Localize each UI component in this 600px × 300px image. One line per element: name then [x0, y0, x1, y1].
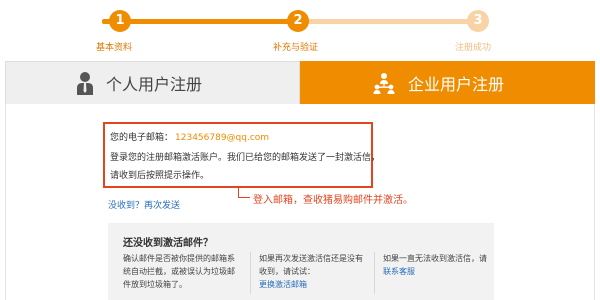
step-1-circle: 1 — [109, 10, 131, 32]
resend-email-link[interactable]: 没收到？再次发送 — [108, 198, 180, 211]
activation-instruction-line-1: 登录您的注册邮箱激活账户。我们已给您的邮箱发送了一封激活信， — [110, 153, 381, 163]
progress-line-completed — [102, 19, 298, 24]
step-3-label: 注册成功 — [455, 43, 492, 53]
tab-personal-registration[interactable]: 个人用户注册 — [5, 61, 300, 104]
email-label: 您的电子邮箱： — [110, 133, 174, 143]
registration-type-tabs: 个人用户注册 企业用户注册 — [5, 61, 595, 104]
person-icon — [76, 71, 94, 95]
help-tip-contact-text: 如果一直无法收到激活信，请 — [383, 254, 487, 263]
help-tip-change-email-text: 如果再次发送激活信还是没有收到，请试试： — [259, 254, 363, 276]
activation-info-box: 您的电子邮箱： 123456789@qq.com 登录您的注册邮箱激活账户。我们已… — [103, 122, 381, 188]
email-line: 您的电子邮箱： 123456789@qq.com — [110, 132, 371, 145]
contact-support-link[interactable]: 联系客服 — [383, 267, 415, 276]
organization-icon — [372, 72, 396, 94]
step-2-circle: 2 — [287, 10, 309, 32]
help-tip-spam: 确认邮件是否被你提供的邮箱系统自动拦截，或被误认为垃圾邮件放到垃圾箱了。 — [123, 254, 235, 289]
step-1-label: 基本资料 — [96, 43, 133, 53]
email-value: 123456789@qq.com — [175, 133, 270, 143]
callout-connector-horizontal — [238, 197, 250, 198]
annotation-text: 登入邮箱，查收猪易购邮件并激活。 — [253, 195, 413, 206]
help-title: 还没收到激活邮件？ — [123, 238, 213, 249]
step-3-circle: 3 — [467, 10, 489, 32]
tab-personal-label: 个人用户注册 — [106, 75, 203, 94]
help-tip-change-email: 如果再次发送激活信还是没有收到，请试试： 更换激活邮箱 — [250, 252, 370, 294]
help-tip-contact: 如果一直无法收到激活信，请 联系客服 — [374, 252, 492, 294]
change-email-link[interactable]: 更换激活邮箱 — [259, 280, 307, 289]
step-2-label: 补充与验证 — [273, 43, 319, 53]
tab-enterprise-registration[interactable]: 企业用户注册 — [300, 61, 595, 104]
progress-line-pending — [300, 19, 480, 24]
help-panel: 还没收到激活邮件？ 确认邮件是否被你提供的邮箱系统自动拦截，或被误认为垃圾邮件放… — [108, 223, 494, 300]
activation-instruction-line-2: 请收到后按照提示操作。 — [110, 171, 210, 181]
registration-progress: 1 2 3 基本资料 补充与验证 注册成功 — [0, 0, 600, 58]
callout-connector-vertical — [238, 188, 239, 197]
tab-enterprise-label: 企业用户注册 — [408, 74, 505, 94]
